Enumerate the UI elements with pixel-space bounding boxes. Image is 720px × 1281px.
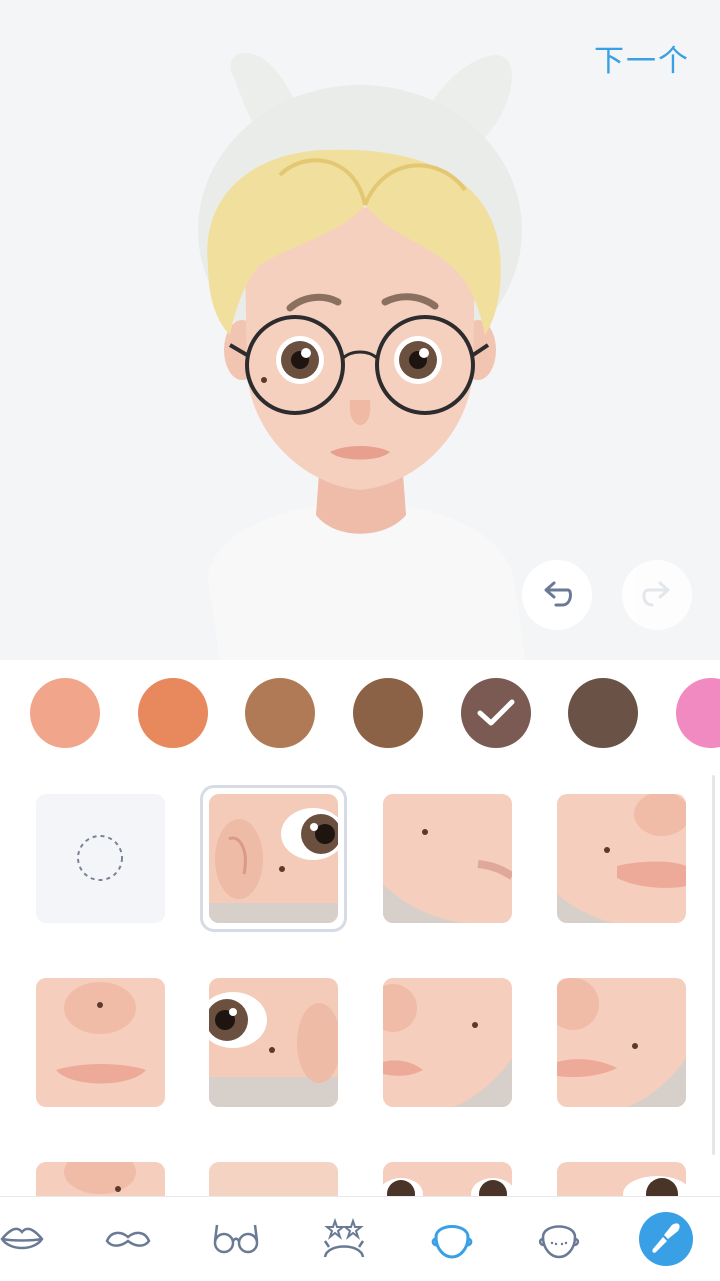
option-mole-nose-lower[interactable]	[36, 1162, 165, 1196]
makeup-brush-icon	[639, 1212, 693, 1266]
color-swatch[interactable]	[138, 678, 208, 748]
redo-icon	[642, 581, 670, 607]
next-button[interactable]: 下一个	[594, 36, 690, 80]
glasses-icon	[213, 1224, 259, 1254]
option-mole-cheek-center[interactable]	[383, 978, 512, 1107]
undo-button[interactable]	[522, 560, 592, 630]
headpiece-icon	[323, 1217, 365, 1258]
color-palette	[0, 660, 720, 770]
tool-face-freckles[interactable]	[531, 1211, 587, 1267]
option-mole-cheek-side[interactable]	[383, 794, 512, 923]
none-dashed-circle-icon	[77, 835, 123, 881]
mustache-icon	[105, 1231, 151, 1247]
avatar-preview-area: 下一个	[0, 0, 720, 660]
face-freckles-icon	[538, 1225, 580, 1259]
option-mole-eye-corner[interactable]	[557, 1162, 686, 1196]
tool-makeup[interactable]	[638, 1211, 694, 1267]
color-swatch[interactable]	[461, 678, 531, 748]
avatar-figure	[198, 52, 525, 660]
option-mole-cheek-lower[interactable]	[557, 978, 686, 1107]
tool-mustache[interactable]	[100, 1211, 156, 1267]
tool-lips[interactable]	[0, 1211, 50, 1267]
lips-icon	[0, 1227, 44, 1250]
option-mole-forehead[interactable]	[209, 1162, 338, 1196]
category-toolbar	[0, 1196, 720, 1281]
color-swatch[interactable]	[568, 678, 638, 748]
tool-glasses[interactable]	[208, 1211, 264, 1267]
undo-icon	[544, 581, 572, 607]
option-mole-lip-corner[interactable]	[557, 794, 686, 923]
checkmark-icon	[477, 699, 515, 726]
tool-face-shape[interactable]	[424, 1211, 480, 1267]
option-none[interactable]	[36, 794, 165, 923]
color-swatch[interactable]	[30, 678, 100, 748]
option-mole-eyes[interactable]	[383, 1162, 512, 1196]
option-mole-under-eye-ear[interactable]	[209, 978, 338, 1107]
grid-scrollbar[interactable]	[712, 775, 715, 1155]
face-shape-icon	[431, 1225, 473, 1259]
color-swatch[interactable]	[353, 678, 423, 748]
option-mole-nose-tip[interactable]	[36, 978, 165, 1107]
mole-options-grid	[0, 770, 720, 1196]
tool-headpiece[interactable]	[316, 1211, 372, 1267]
option-mole-cheek-under-eye[interactable]	[209, 794, 338, 923]
redo-button[interactable]	[622, 560, 692, 630]
color-swatch[interactable]	[245, 678, 315, 748]
color-swatch[interactable]	[676, 678, 720, 748]
